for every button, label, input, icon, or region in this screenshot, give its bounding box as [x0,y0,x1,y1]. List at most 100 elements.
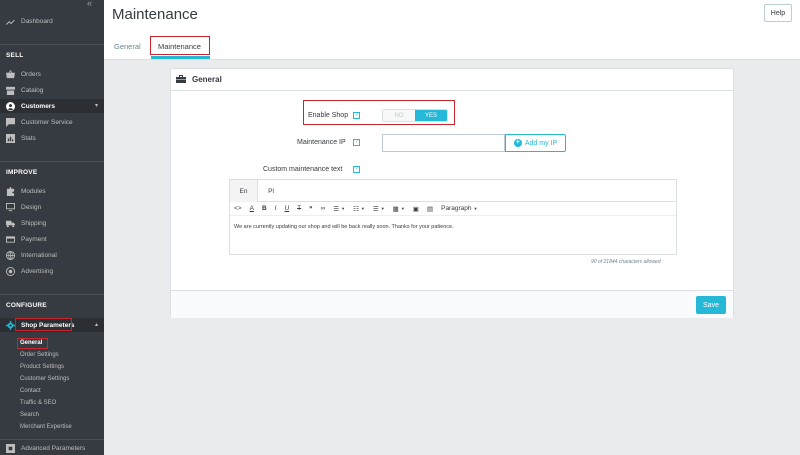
chat-icon [6,117,15,127]
maintenance-ip-label: Maintenance IP [297,139,346,146]
underline-icon[interactable]: U [284,205,289,212]
sidebar-subitem-search[interactable]: Search [20,412,39,418]
section-title-improve: IMPROVE [6,169,38,176]
settings-box-icon [6,443,15,453]
lang-tab-en[interactable]: En [230,180,258,202]
image-icon[interactable]: ▣ [413,205,419,213]
sidebar-item-customers[interactable]: Customers ▾ [0,99,104,113]
sidebar-item-label: Advanced Parameters [21,444,86,452]
bold-icon[interactable]: B [262,205,267,212]
table-icon[interactable]: ▦ ▼ [393,205,405,213]
basket-icon [6,69,15,79]
sidebar-item-catalog[interactable]: Catalog [0,83,104,97]
chevron-down-icon: ▾ [94,103,98,109]
sidebar-item-label: Modules [21,187,46,195]
sidebar-item-label: Shipping [21,219,47,227]
desktop-icon [6,202,15,212]
sidebar-item-shipping[interactable]: Shipping [0,216,104,230]
sidebar-subitem-contact[interactable]: Contact [20,388,41,394]
sidebar-item-label: Advertising [21,267,54,275]
numbered-list-icon[interactable]: ☰ ▼ [373,205,385,213]
card-footer: Save [171,290,733,318]
page-title: Maintenance [112,6,198,23]
card-title: General [192,75,222,84]
tab-general[interactable]: General [114,42,141,51]
custom-text-label: Custom maintenance text [263,166,343,173]
italic-icon[interactable]: I [275,205,277,212]
sidebar-item-modules[interactable]: Modules [0,184,104,198]
sidebar-item-customer-service[interactable]: Customer Service [0,115,104,129]
align-icon[interactable]: ☰ ▼ [333,205,345,213]
sidebar-subitem-traffic-seo[interactable]: Traffic & SEO [20,400,56,406]
section-title-configure: CONFIGURE [6,302,47,309]
sidebar-item-design[interactable]: Design [0,200,104,214]
sidebar-item-label: Orders [21,70,41,78]
rich-text-editor: En Pl <> A B I U T ❞ ∞ ☰ ▼ ☷ ▼ ☰ ▼ ▦ ▼ ▣ ▤ P… [229,179,677,255]
highlight-box-general [17,338,48,349]
bar-chart-icon [6,133,15,143]
maintenance-ip-input[interactable] [382,134,505,152]
sidebar-item-label: Customers [21,102,55,110]
general-card: General Enable Shop ? NO YES Maintenance… [170,68,734,318]
section-title-sell: SELL [6,52,24,59]
highlight-box-enable-shop [303,100,455,125]
divider [0,294,104,295]
language-tabs: En Pl [230,180,676,202]
divider [0,44,104,45]
target-icon [6,266,15,276]
sidebar-item-label: International [21,251,57,259]
sidebar-item-label: Stats [21,134,36,142]
trending-up-icon [6,17,15,26]
sidebar-item-label: Dashboard [21,17,53,25]
credit-card-icon [6,235,15,244]
store-icon [6,86,15,95]
sidebar-subitem-product-settings[interactable]: Product Settings [20,364,64,370]
sidebar-item-label: Design [21,203,42,211]
sidebar-item-international[interactable]: International [0,248,104,262]
paragraph-label: Paragraph [441,205,472,212]
truck-icon [6,219,15,228]
sidebar-subitem-customer-settings[interactable]: Customer Settings [20,376,69,382]
gear-icon [6,320,15,330]
help-icon[interactable]: ? [353,166,360,173]
code-icon[interactable]: <> [234,205,242,212]
tab-active-indicator [151,56,210,59]
highlight-box-shop-parameters [15,318,72,331]
sidebar-item-dashboard[interactable]: Dashboard [0,14,104,28]
quote-icon[interactable]: ❞ [309,205,313,213]
strikethrough-icon[interactable]: T [297,205,301,212]
sidebar-item-orders[interactable]: Orders [0,67,104,81]
sidebar: « Dashboard SELL Orders Catalog Customer… [0,0,104,455]
globe-icon [6,250,15,260]
font-color-icon[interactable]: A [250,205,254,212]
lang-tab-pl[interactable]: Pl [264,180,278,202]
paragraph-format-dropdown[interactable]: Paragraph ▼ [441,205,477,212]
editor-toolbar: <> A B I U T ❞ ∞ ☰ ▼ ☷ ▼ ☰ ▼ ▦ ▼ ▣ ▤ Paragra… [230,202,676,216]
save-button[interactable]: Save [696,296,726,314]
help-icon[interactable]: ? [353,139,360,146]
sidebar-item-label: Catalog [21,86,44,94]
sidebar-item-payment[interactable]: Payment [0,232,104,246]
chevron-up-icon: ▴ [94,322,98,328]
add-my-ip-button[interactable]: + Add my IP [505,134,566,152]
double-chevron-left-icon[interactable]: « [87,0,92,8]
highlight-box-maintenance-tab [150,36,210,55]
divider [0,161,104,162]
puzzle-icon [6,186,15,196]
editor-content[interactable]: We are currently updating our shop and w… [234,224,454,230]
sidebar-item-label: Customer Service [21,118,73,126]
sidebar-item-label: Payment [21,235,47,243]
card-header: General [171,69,733,91]
plus-circle-icon: + [513,139,522,147]
sidebar-subitem-order-settings[interactable]: Order Settings [20,352,59,358]
divider [0,439,104,440]
toolbox-icon [176,71,192,89]
media-icon[interactable]: ▤ [427,205,433,213]
sidebar-subitem-merchant-expertise[interactable]: Merchant Expertise [20,424,72,430]
bullet-list-icon[interactable]: ☷ ▼ [353,205,365,213]
help-button[interactable]: Help [764,4,792,22]
sidebar-item-stats[interactable]: Stats [0,131,104,145]
sidebar-item-advanced-parameters[interactable]: Advanced Parameters [0,441,104,455]
sidebar-item-advertising[interactable]: Advertising [0,264,104,278]
link-icon[interactable]: ∞ [321,205,326,212]
